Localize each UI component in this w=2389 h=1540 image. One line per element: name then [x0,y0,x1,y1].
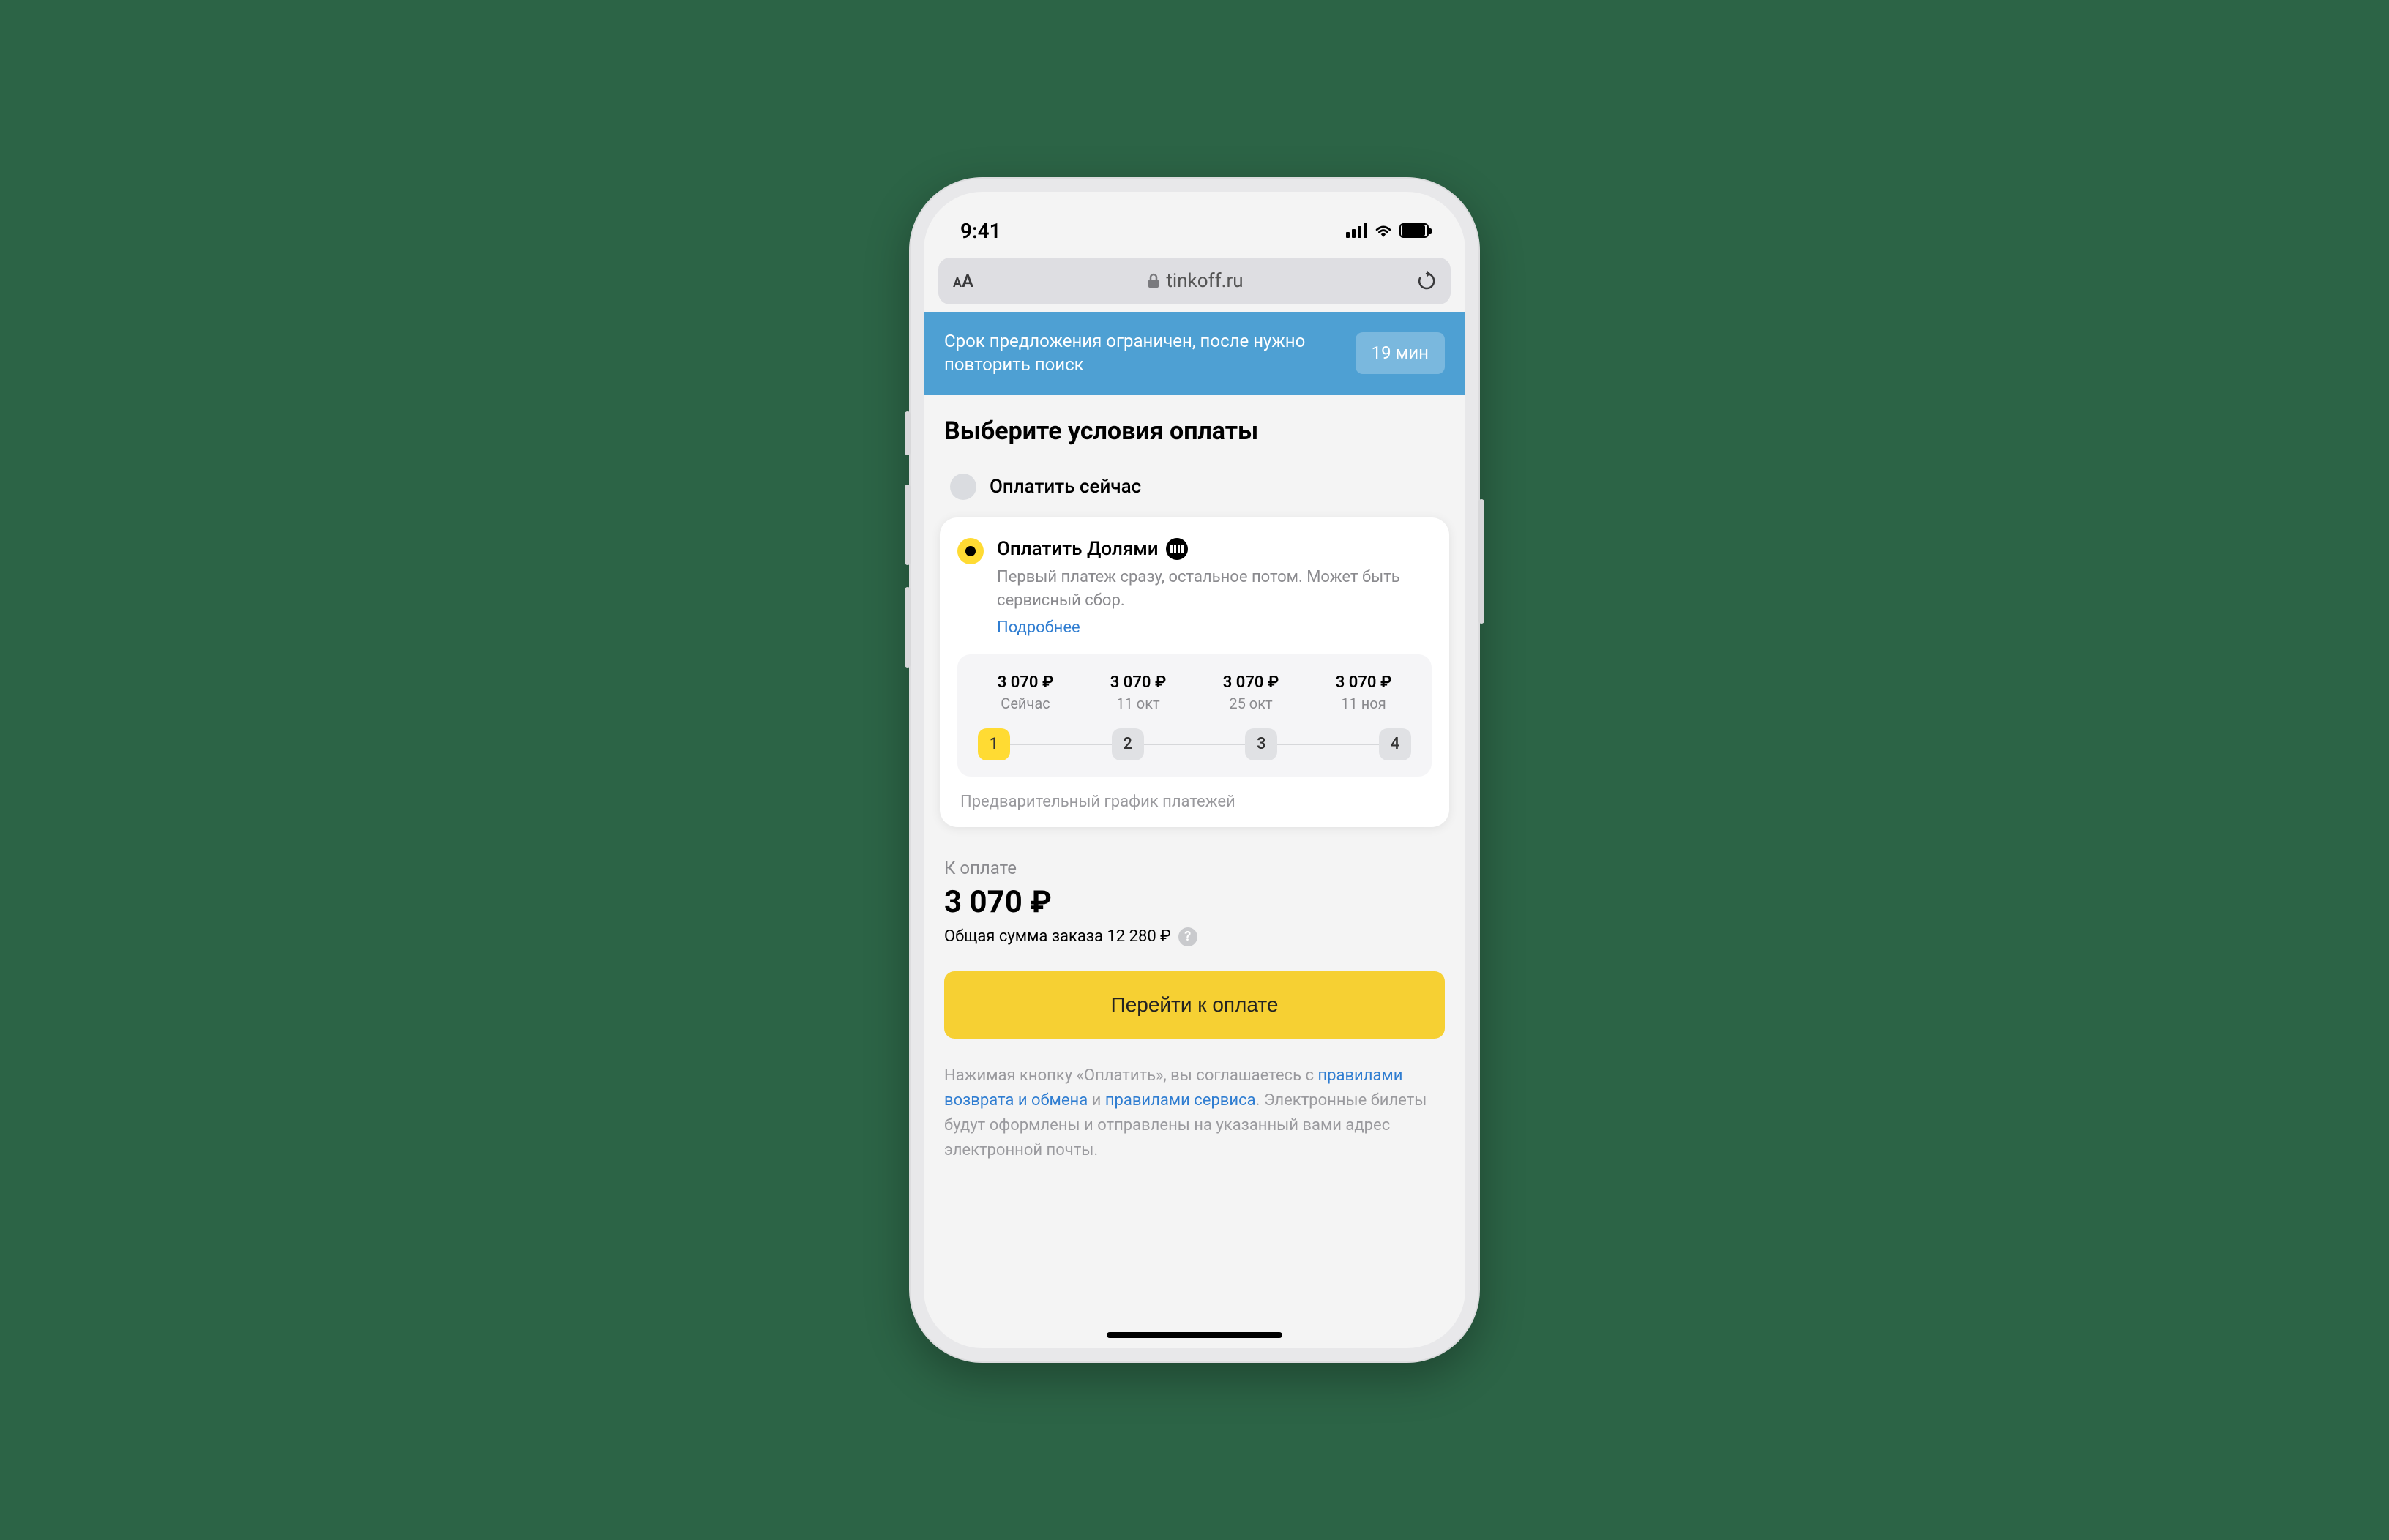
payment-schedule: 3 070 ₽ Сейчас 3 070 ₽ 11 окт 3 070 ₽ 25… [957,654,1432,777]
service-rules-link[interactable]: правилами сервиса [1105,1091,1256,1110]
power-button [1478,499,1484,624]
text-size-button[interactable]: AA [953,271,973,291]
dolyami-icon [1166,538,1188,560]
status-time: 9:41 [960,219,1001,243]
schedule-col-1: 3 070 ₽ Сейчас [972,673,1079,712]
wifi-icon [1373,223,1394,238]
proceed-to-pay-button[interactable]: Перейти к оплате [944,971,1445,1039]
step-3: 3 [1245,728,1277,760]
step-4: 4 [1379,728,1411,760]
content: Выберите условия оплаты Оплатить сейчас … [924,395,1465,1348]
option-pay-now[interactable]: Оплатить сейчас [944,466,1445,517]
banner-text: Срок предложения ограничен, после нужно … [944,329,1341,377]
schedule-col-3: 3 070 ₽ 25 окт [1197,673,1304,712]
url-display[interactable]: tinkoff.ru [982,270,1408,292]
browser-url-bar[interactable]: AA tinkoff.ru [938,258,1451,304]
option-install-desc: Первый платеж сразу, остальное потом. Мо… [997,566,1432,613]
banner-timer: 19 мин [1356,332,1445,373]
step-2: 2 [1112,728,1144,760]
volume-down-button [905,587,911,668]
battery-icon [1399,223,1429,238]
status-icons [1346,223,1429,238]
screen: 9:41 AA tinkoff.ru [924,192,1465,1348]
phone-frame: 9:41 AA tinkoff.ru [909,177,1480,1363]
option-pay-installments-card[interactable]: Оплатить Долями Первый платеж сразу, ост… [940,517,1449,827]
total-label: К оплате [944,858,1445,878]
cellular-icon [1346,223,1367,238]
total-amount: 3 070 ₽ [944,884,1445,920]
radio-pay-installments[interactable] [957,538,984,564]
option-install-label: Оплатить Долями [997,538,1159,560]
volume-up-button [905,485,911,565]
status-bar: 9:41 [924,192,1465,250]
home-indicator[interactable] [1107,1332,1282,1338]
side-button [905,411,911,455]
totals: К оплате 3 070 ₽ Общая сумма заказа 12 2… [944,858,1445,946]
install-more-link[interactable]: Подробнее [997,618,1080,637]
schedule-note: Предварительный график платежей [957,793,1432,811]
order-total-line: Общая сумма заказа 12 280 ₽ [944,927,1171,946]
radio-pay-now[interactable] [950,474,976,500]
step-indicator: 1 2 3 4 [972,728,1417,760]
schedule-col-4: 3 070 ₽ 11 ноя [1310,673,1417,712]
reload-icon[interactable] [1417,270,1436,292]
schedule-col-2: 3 070 ₽ 11 окт [1085,673,1192,712]
help-icon[interactable]: ? [1178,927,1197,946]
option-pay-now-label: Оплатить сейчас [990,476,1141,498]
url-domain: tinkoff.ru [1166,270,1243,292]
terms-text: Нажимая кнопку «Оплатить», вы соглашаете… [944,1064,1445,1192]
offer-expiry-banner: Срок предложения ограничен, после нужно … [924,312,1465,395]
step-1: 1 [978,728,1010,760]
page-title: Выберите условия оплаты [944,416,1445,446]
lock-icon [1147,273,1160,289]
